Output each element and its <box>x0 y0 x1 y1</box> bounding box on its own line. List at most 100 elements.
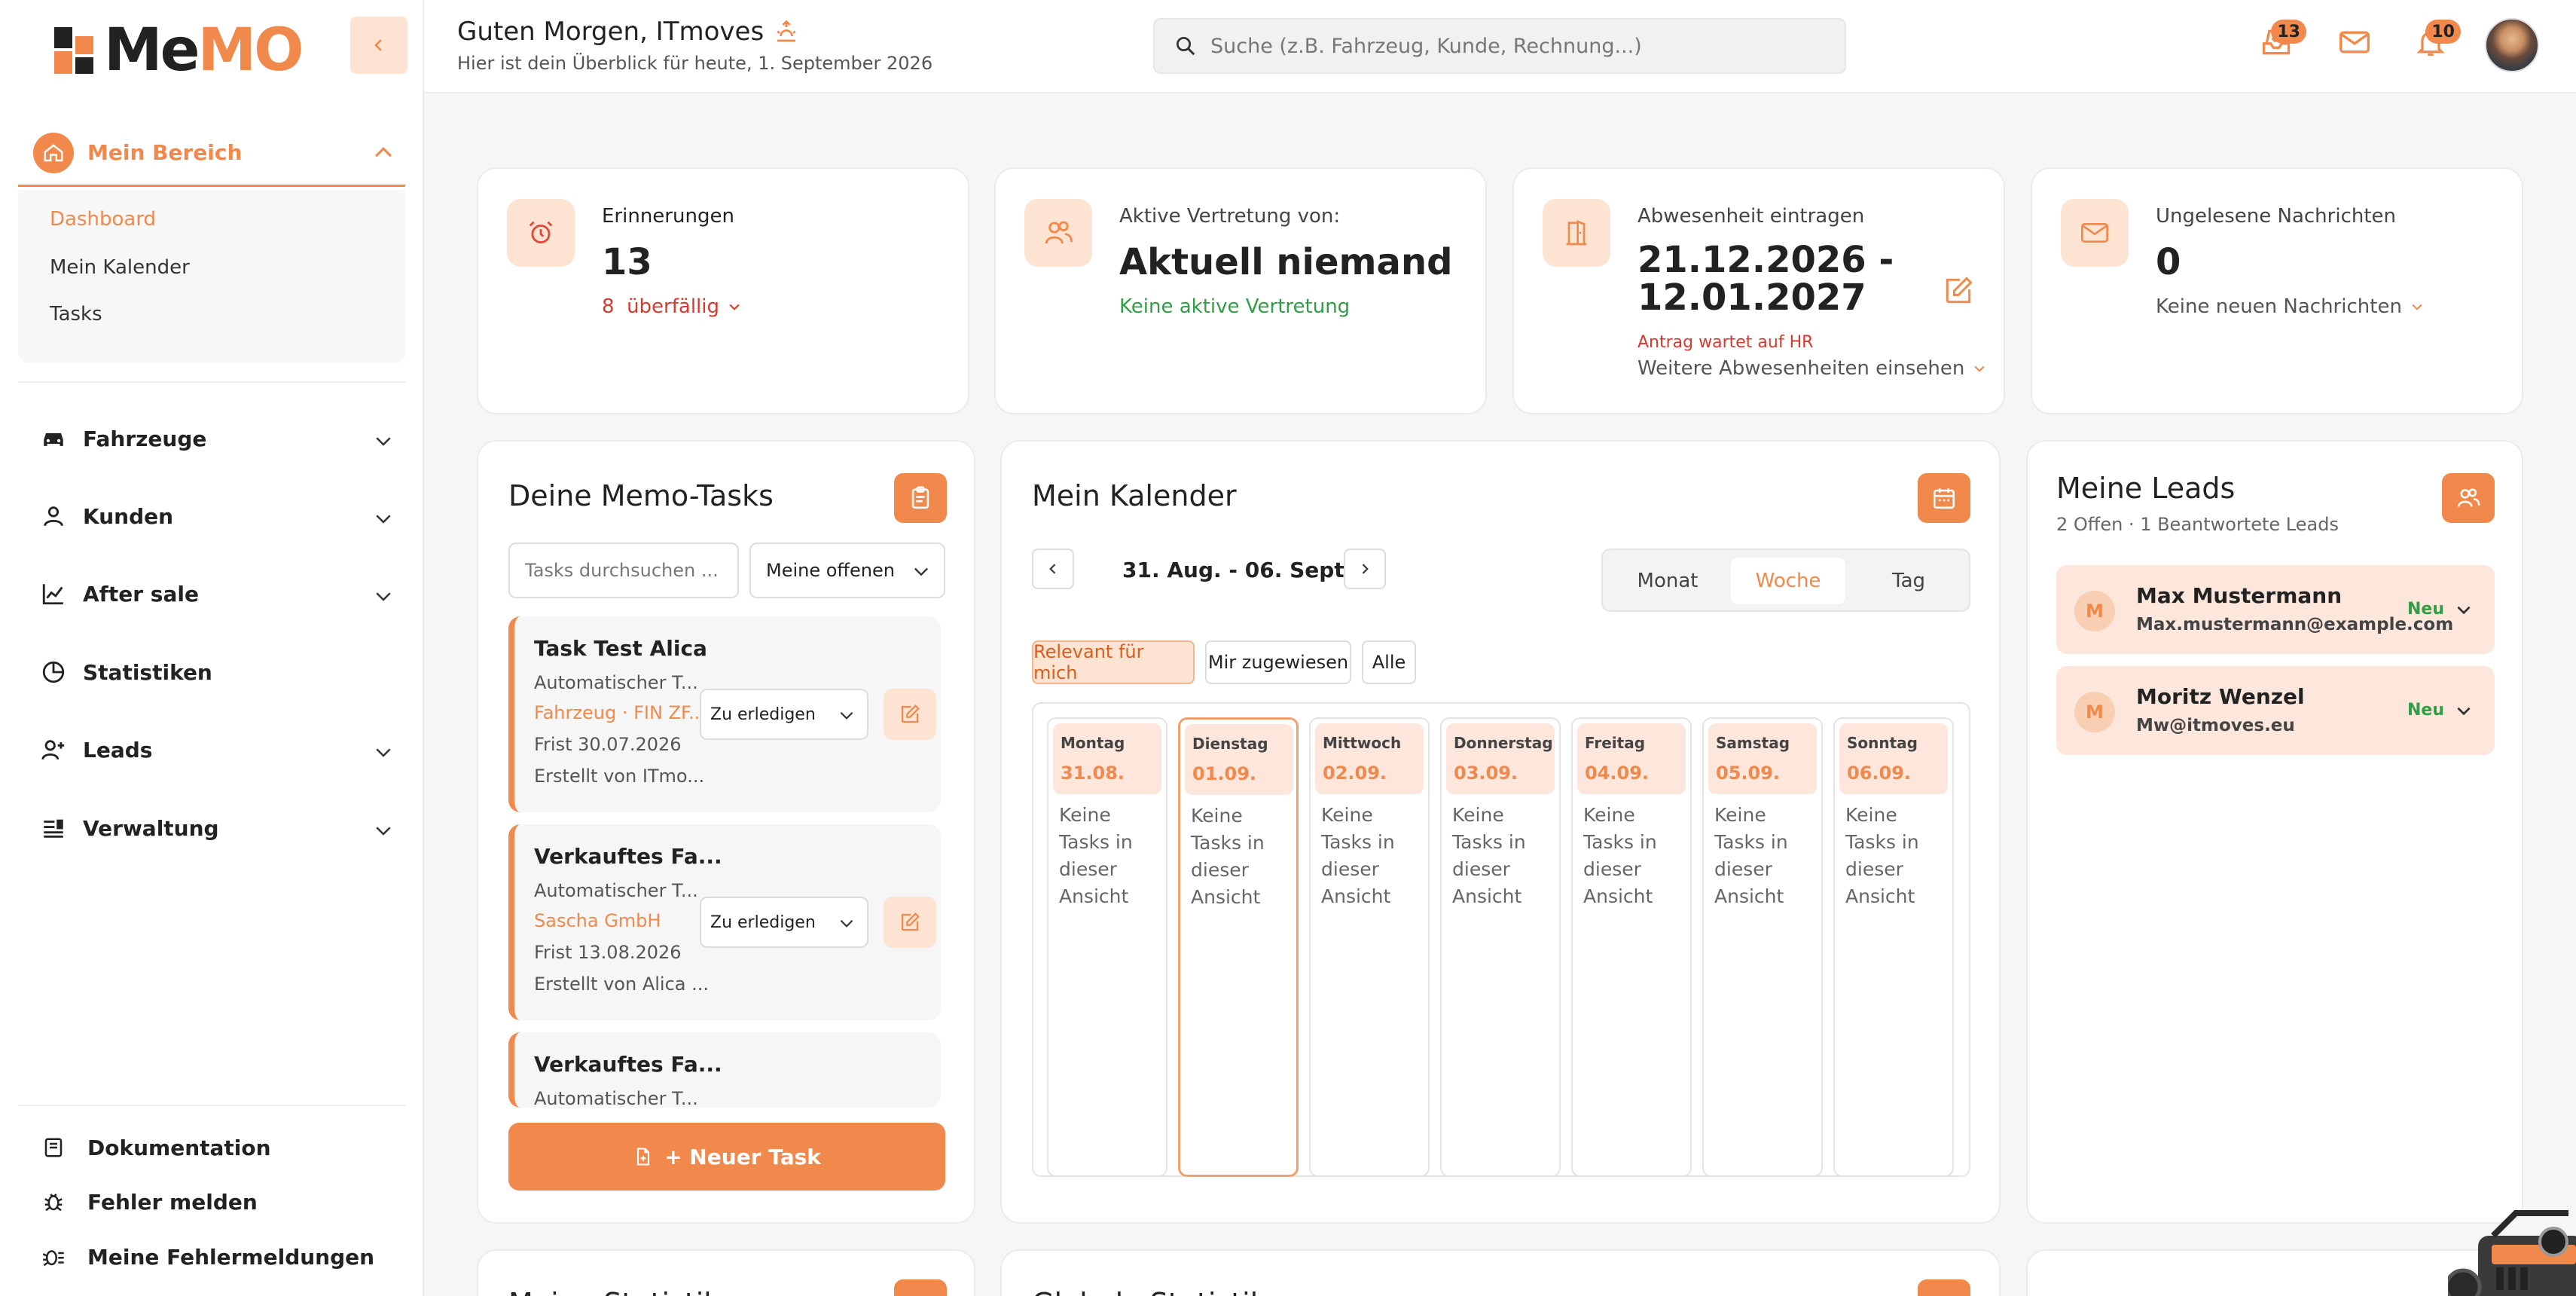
sidebar-item-mein-kalender[interactable]: Mein Kalender <box>50 256 190 279</box>
day-empty-text: Keine Tasks in dieser Ansicht <box>1452 804 1526 907</box>
global-search-input[interactable]: Suche (z.B. Fahrzeug, Kunde, Rechnung...… <box>1153 18 1846 74</box>
tasks-filter-select[interactable]: Meine offenen T <box>749 543 945 598</box>
edit-icon[interactable] <box>1942 274 1975 307</box>
leads-subtitle: 2 Offen · 1 Beantwortete Leads <box>2056 514 2339 535</box>
nav-label: After sale <box>83 581 199 607</box>
day-empty-text: Keine Tasks in dieser Ansicht <box>1583 804 1657 907</box>
notifications-button[interactable]: 10 <box>2414 20 2461 59</box>
task-type: Automatischer T... <box>534 880 698 901</box>
lead-item[interactable]: M Max Mustermann Max.mustermann@example.… <box>2056 565 2495 654</box>
sidebar-item-fahrzeuge[interactable]: Fahrzeuge <box>41 416 395 461</box>
task-title: Verkauftes Fa... <box>534 1052 722 1077</box>
chevron-down-icon[interactable] <box>2454 701 2474 720</box>
task-card[interactable]: Verkauftes Fa... Automatischer T... <box>508 1032 941 1108</box>
chevron-down-icon[interactable] <box>2454 600 2474 619</box>
messages-toggle[interactable]: Keine neuen Nachrichten <box>2156 295 2425 318</box>
sidebar-item-meine-fehlermeldungen[interactable]: Meine Fehlermeldungen <box>42 1238 374 1276</box>
calendar-next-button[interactable] <box>1344 549 1386 589</box>
lead-email: Mw@itmoves.eu <box>2136 716 2295 735</box>
day-date: 31.08. <box>1061 763 1125 784</box>
day-date: 05.09. <box>1716 763 1781 784</box>
leads-title: Meine Leads <box>2056 472 2236 505</box>
task-status-select[interactable]: Zu erledigen <box>700 897 868 948</box>
my-statistics-button[interactable] <box>894 1279 947 1296</box>
overdue-toggle[interactable]: 8 überfällig <box>602 295 742 318</box>
app-logo[interactable]: MeMO <box>53 17 304 84</box>
filter-assigned-button[interactable]: Mir zugewiesen <box>1205 640 1351 684</box>
absence-card[interactable]: Abwesenheit eintragen 21.12.2026 - 12.01… <box>1512 167 2005 414</box>
chevron-down-icon <box>840 919 853 928</box>
absence-value: 21.12.2026 - 12.01.2027 <box>1637 241 1894 316</box>
messages-card[interactable]: Ungelesene Nachrichten 0 Keine neuen Nac… <box>2031 167 2523 414</box>
calendar-day[interactable]: Sonntag 06.09. Keine Tasks in dieser Ans… <box>1833 717 1954 1177</box>
task-edit-button[interactable] <box>884 897 936 948</box>
calendar-day[interactable]: Mittwoch 02.09. Keine Tasks in dieser An… <box>1309 717 1430 1177</box>
sidebar-item-after-sale[interactable]: After sale <box>41 571 395 616</box>
book-icon <box>44 1138 63 1157</box>
search-placeholder: Suche (z.B. Fahrzeug, Kunde, Rechnung...… <box>1210 34 1642 58</box>
sidebar-item-verwaltung[interactable]: Verwaltung <box>41 805 395 851</box>
view-switcher: Monat Woche Tag <box>1601 549 1970 612</box>
substitute-label: Aktive Vertretung von: <box>1119 205 1341 228</box>
calendar-day[interactable]: Freitag 04.09. Keine Tasks in dieser Ans… <box>1571 717 1692 1177</box>
settings-list-icon <box>44 819 63 838</box>
sidebar-item-statistiken[interactable]: Statistiken <box>41 650 395 695</box>
calendar-day[interactable]: Samstag 05.09. Keine Tasks in dieser Ans… <box>1702 717 1823 1177</box>
sidebar-item-tasks[interactable]: Tasks <box>50 303 102 326</box>
calendar-day[interactable]: Donnerstag 03.09. Keine Tasks in dieser … <box>1440 717 1561 1177</box>
lead-item[interactable]: M Moritz Wenzel Mw@itmoves.eu Neu <box>2056 666 2495 755</box>
sidebar-item-dashboard[interactable]: Dashboard <box>50 208 156 231</box>
greeting-text: Guten Morgen, ITmoves <box>457 17 765 47</box>
reminders-card[interactable]: Erinnerungen 13 8 überfällig <box>477 167 969 414</box>
calendar-prev-button[interactable] <box>1032 549 1074 589</box>
tasks-search-input[interactable]: Tasks durchsuchen ... <box>508 543 739 598</box>
calendar-day-today[interactable]: Dienstag 01.09. Keine Tasks in dieser An… <box>1178 717 1299 1177</box>
task-edit-button[interactable] <box>884 689 936 740</box>
new-task-button[interactable]: + Neuer Task <box>508 1123 945 1191</box>
note-add-icon <box>637 1148 650 1166</box>
jeep-mascot[interactable] <box>2448 1198 2576 1296</box>
task-type: Automatischer T... <box>534 1088 698 1108</box>
sidebar-item-dokumentation[interactable]: Dokumentation <box>42 1129 271 1166</box>
sidebar-item-kunden[interactable]: Kunden <box>41 494 395 539</box>
view-week-tab[interactable]: Woche <box>1731 558 1845 604</box>
view-month-tab[interactable]: Monat <box>1612 558 1723 604</box>
global-statistics-button[interactable] <box>1918 1279 1970 1296</box>
reminders-label: Erinnerungen <box>602 205 734 228</box>
view-day-tab[interactable]: Tag <box>1853 558 1964 604</box>
absence-start: 21.12.2026 - <box>1637 239 1894 281</box>
users-icon <box>1024 199 1092 267</box>
tasks-inbox-button[interactable]: 13 <box>2260 20 2306 59</box>
logo-text: MeMO <box>104 17 304 84</box>
sidebar-collapse-button[interactable] <box>350 17 407 74</box>
task-status-select[interactable]: Zu erledigen <box>700 689 868 740</box>
clipboard-icon <box>911 486 929 509</box>
tasks-panel-button[interactable] <box>894 473 947 523</box>
chevron-right-icon <box>1362 564 1369 574</box>
sidebar-section-mein-bereich[interactable]: Mein Bereich <box>18 121 405 187</box>
users-icon <box>2457 488 2480 507</box>
day-date: 01.09. <box>1192 763 1257 784</box>
messages-button[interactable] <box>2337 26 2372 59</box>
bug-list-icon <box>42 1250 64 1267</box>
lead-status-badge: Neu <box>2407 701 2444 720</box>
sidebar-item-fehler-melden[interactable]: Fehler melden <box>42 1183 258 1221</box>
user-avatar[interactable] <box>2485 18 2539 72</box>
chevron-left-icon <box>1049 564 1056 574</box>
task-due: Frist 30.07.2026 <box>534 734 682 755</box>
calendar-day[interactable]: Montag 31.08. Keine Tasks in dieser Ansi… <box>1047 717 1167 1177</box>
task-card[interactable]: Verkauftes Fa... Automatischer T... Sasc… <box>508 824 941 1020</box>
chart-line-icon <box>42 584 63 605</box>
alarm-icon <box>507 199 575 267</box>
task-link[interactable]: Fahrzeug · FIN ZF... <box>534 702 706 723</box>
sidebar-item-leads[interactable]: Leads <box>41 727 395 772</box>
filter-relevant-button[interactable]: Relevant für mich <box>1032 640 1195 684</box>
task-link[interactable]: Sascha GmbH <box>534 910 661 931</box>
user-plus-icon <box>41 740 65 760</box>
more-absences-text: Weitere Abwesenheiten einsehen <box>1637 357 1965 380</box>
calendar-panel-button[interactable] <box>1918 473 1970 523</box>
filter-all-button[interactable]: Alle <box>1362 640 1416 684</box>
more-absences-toggle[interactable]: Weitere Abwesenheiten einsehen <box>1637 357 1987 380</box>
task-card[interactable]: Task Test Alica Automatischer T... Fahrz… <box>508 616 941 812</box>
leads-panel-button[interactable] <box>2442 473 2495 523</box>
